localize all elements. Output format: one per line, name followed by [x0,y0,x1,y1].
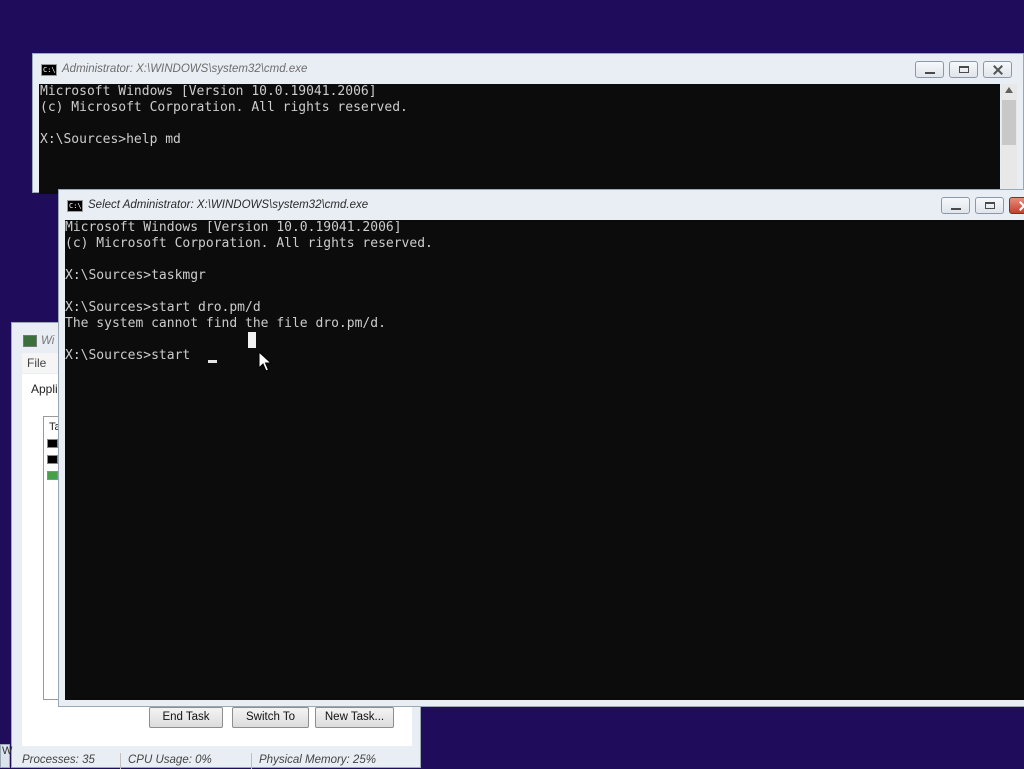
text-caret [208,360,217,363]
minimize-button[interactable] [915,61,944,78]
task-manager-app-icon [47,471,58,480]
title-bar[interactable]: C:\ Administrator: X:\WINDOWS\system32\c… [33,54,1023,84]
window-title: Select Administrator: X:\WINDOWS\system3… [88,199,369,211]
maximize-icon [959,66,969,73]
minimize-icon [951,202,961,210]
maximize-button[interactable] [949,61,978,78]
minimize-icon [925,66,935,74]
cmd-icon: C:\ [41,64,57,76]
task-manager-title: Wi [41,335,55,347]
status-processes: Processes: 35 [22,754,95,766]
cmd-icon [47,439,58,448]
console-line: X:\Sources>taskmgr [65,268,206,283]
close-button[interactable] [983,61,1012,78]
cmd-window-background[interactable]: C:\ Administrator: X:\WINDOWS\system32\c… [32,53,1024,194]
status-bar: Processes: 35 CPU Usage: 0% Physical Mem… [12,751,420,769]
status-divider [251,753,252,769]
maximize-button[interactable] [975,197,1004,214]
window-title: Administrator: X:\WINDOWS\system32\cmd.e… [62,63,308,75]
task-manager-icon [23,335,37,347]
close-icon [1018,201,1024,211]
console-line: (c) Microsoft Corporation. All rights re… [40,100,408,115]
end-task-button[interactable]: End Task [149,707,223,728]
cmd-window-active[interactable]: C:\ Select Administrator: X:\WINDOWS\sys… [58,189,1024,707]
minimize-button[interactable] [941,197,970,214]
status-memory: Physical Memory: 25% [259,754,376,766]
vertical-scrollbar[interactable] [1001,84,1017,194]
close-button[interactable] [1009,197,1024,214]
close-icon [992,65,1004,75]
console-output[interactable]: Microsoft Windows [Version 10.0.19041.20… [65,220,1024,700]
mouse-pointer-icon [258,351,272,372]
title-bar[interactable]: C:\ Select Administrator: X:\WINDOWS\sys… [59,190,1024,220]
console-line: (c) Microsoft Corporation. All rights re… [65,236,433,251]
console-line: Microsoft Windows [Version 10.0.19041.20… [65,220,402,235]
maximize-icon [985,202,995,209]
status-divider [120,753,121,769]
taskbar-stub[interactable]: W [0,744,12,768]
console-line: Microsoft Windows [Version 10.0.19041.20… [40,84,377,99]
menu-file[interactable]: File [27,356,46,370]
scroll-thumb[interactable] [1002,100,1016,145]
console-line: X:\Sources>help md [40,132,181,147]
console-line: X:\Sources>start dro.pm/d [65,300,261,315]
cmd-icon [47,455,58,464]
status-cpu: CPU Usage: 0% [128,754,212,766]
switch-to-button[interactable]: Switch To [232,707,309,728]
scroll-up-icon[interactable] [1005,87,1013,93]
console-output[interactable]: Microsoft Windows [Version 10.0.19041.20… [39,84,1000,194]
new-task-button[interactable]: New Task... [315,707,394,728]
cmd-icon: C:\ [67,200,83,212]
selection-cursor [248,332,256,348]
console-line: The system cannot find the file dro.pm/d… [65,316,386,331]
